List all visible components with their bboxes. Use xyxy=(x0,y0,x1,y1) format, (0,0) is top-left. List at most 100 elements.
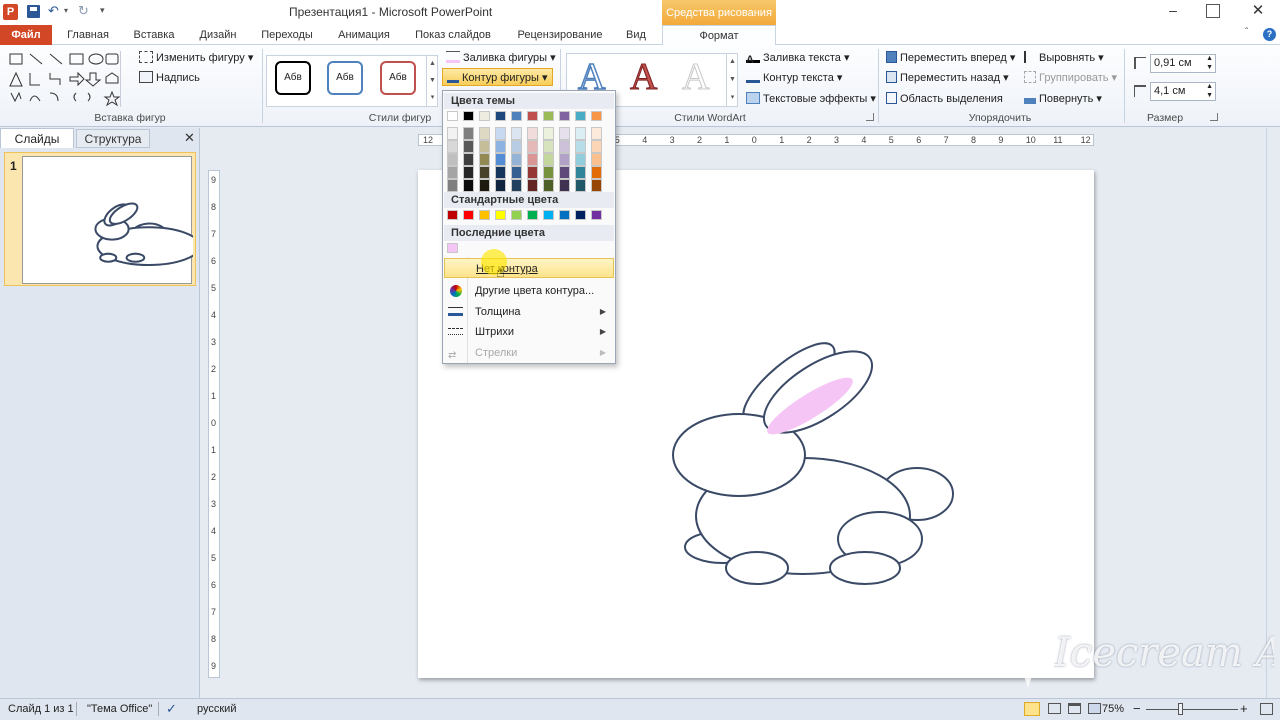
color-swatch[interactable] xyxy=(543,111,554,121)
color-swatch[interactable] xyxy=(543,127,554,140)
color-swatch[interactable] xyxy=(495,210,506,220)
change-shape-button[interactable]: Изменить фигуру ▾ xyxy=(139,49,253,67)
color-swatch[interactable] xyxy=(575,153,586,166)
color-swatch[interactable] xyxy=(527,140,538,153)
normal-view-button[interactable] xyxy=(1024,702,1040,716)
shape-style-more-button[interactable]: ▲ ▼ ▾ xyxy=(426,55,438,107)
slide-sorter-button[interactable] xyxy=(1048,703,1061,714)
bunny-front-paw-left[interactable] xyxy=(725,551,789,585)
tab-home[interactable]: Главная xyxy=(60,25,116,45)
color-swatch[interactable] xyxy=(527,179,538,192)
tab-design[interactable]: Дизайн xyxy=(190,25,246,45)
color-swatch[interactable] xyxy=(511,140,522,153)
wordart-dialog-launcher-icon[interactable] xyxy=(866,113,874,121)
color-swatch[interactable] xyxy=(479,153,490,166)
color-swatch[interactable] xyxy=(527,153,538,166)
color-swatch[interactable] xyxy=(543,153,554,166)
color-swatch[interactable] xyxy=(559,210,570,220)
bring-forward-button[interactable]: Переместить вперед ▾ xyxy=(886,49,1015,67)
spell-check-icon[interactable]: ✓ xyxy=(166,701,177,717)
color-swatch[interactable] xyxy=(479,111,490,121)
minimize-button[interactable]: – xyxy=(1163,2,1183,22)
color-swatch[interactable] xyxy=(511,179,522,192)
color-swatch[interactable] xyxy=(495,179,506,192)
shape-width-input[interactable]: 4,1 см ▲ ▼ xyxy=(1150,82,1216,101)
reading-view-button[interactable] xyxy=(1068,703,1081,714)
color-swatch[interactable] xyxy=(591,111,602,121)
color-swatch[interactable] xyxy=(511,111,522,121)
dashes-item[interactable]: Штрихи ▶ xyxy=(444,322,614,342)
weight-item[interactable]: Толщина ▶ xyxy=(444,302,614,322)
undo-dropdown-icon[interactable]: ▾ xyxy=(64,6,68,15)
color-swatch[interactable] xyxy=(511,166,522,179)
color-swatch[interactable] xyxy=(559,127,570,140)
selection-pane-button[interactable]: Область выделения xyxy=(886,90,1003,108)
color-swatch[interactable] xyxy=(447,153,458,166)
help-icon[interactable]: ? xyxy=(1263,28,1276,41)
color-swatch[interactable] xyxy=(479,166,490,179)
close-window-button[interactable]: ✕ xyxy=(1248,1,1268,21)
send-backward-button[interactable]: Переместить назад ▾ xyxy=(886,69,1009,87)
zoom-out-button[interactable]: − xyxy=(1133,701,1141,716)
color-swatch[interactable] xyxy=(479,210,490,220)
text-fill-button[interactable]: A Заливка текста ▾ xyxy=(746,49,849,67)
shape-fill-button[interactable]: Заливка фигуры ▾ xyxy=(446,49,556,67)
wordart-style-red[interactable]: A xyxy=(629,55,657,99)
undo-icon[interactable]: ↶ xyxy=(48,3,59,19)
color-swatch[interactable] xyxy=(463,140,474,153)
color-swatch[interactable] xyxy=(463,111,474,121)
color-swatch[interactable] xyxy=(591,140,602,153)
slideshow-button[interactable] xyxy=(1088,703,1101,714)
color-swatch[interactable] xyxy=(447,140,458,153)
text-effects-button[interactable]: Текстовые эффекты ▾ xyxy=(746,90,876,108)
text-box-button[interactable]: Надпись xyxy=(139,69,200,87)
color-swatch[interactable] xyxy=(495,153,506,166)
color-swatch[interactable] xyxy=(511,127,522,140)
color-swatch[interactable] xyxy=(575,166,586,179)
color-swatch[interactable] xyxy=(447,179,458,192)
color-swatch[interactable] xyxy=(575,210,586,220)
redo-icon[interactable]: ↻ xyxy=(78,3,89,19)
shape-gallery-scroll[interactable] xyxy=(120,51,131,107)
wordart-more-button[interactable]: ▲ ▼ ▾ xyxy=(726,53,738,107)
close-pane-icon[interactable]: ✕ xyxy=(184,130,195,146)
color-swatch[interactable] xyxy=(543,166,554,179)
wordart-style-light[interactable]: A xyxy=(681,55,709,99)
color-swatch[interactable] xyxy=(543,210,554,220)
color-swatch[interactable] xyxy=(511,153,522,166)
tab-format[interactable]: Формат xyxy=(662,25,776,46)
tab-view[interactable]: Вид xyxy=(618,25,654,45)
arrows-item[interactable]: ⇄ Стрелки ▶ xyxy=(444,343,614,363)
color-swatch[interactable] xyxy=(447,111,458,121)
shape-style-blue[interactable]: Абв xyxy=(327,61,363,95)
color-swatch[interactable] xyxy=(527,166,538,179)
color-swatch[interactable] xyxy=(559,179,570,192)
zoom-in-button[interactable]: + xyxy=(1240,701,1248,716)
more-outline-colors-item[interactable]: Другие цвета контура... xyxy=(444,281,614,301)
vertical-scrollbar[interactable] xyxy=(1266,128,1280,698)
color-swatch[interactable] xyxy=(495,111,506,121)
color-swatch[interactable] xyxy=(591,166,602,179)
tab-slides[interactable]: Слайды xyxy=(0,128,74,148)
shape-gallery[interactable] xyxy=(6,51,132,107)
text-outline-button[interactable]: Контур текста ▾ xyxy=(746,69,842,87)
zoom-slider-track[interactable] xyxy=(1146,709,1238,710)
color-swatch[interactable] xyxy=(463,210,474,220)
powerpoint-logo-icon[interactable]: P xyxy=(3,4,18,20)
restore-button[interactable] xyxy=(1206,4,1220,18)
color-swatch[interactable] xyxy=(447,243,458,253)
color-swatch[interactable] xyxy=(447,210,458,220)
color-swatch[interactable] xyxy=(479,127,490,140)
color-swatch[interactable] xyxy=(559,111,570,121)
fit-to-window-button[interactable] xyxy=(1260,703,1273,715)
color-swatch[interactable] xyxy=(575,140,586,153)
color-swatch[interactable] xyxy=(543,179,554,192)
save-icon[interactable] xyxy=(27,5,40,18)
customize-toolbar-icon[interactable]: ▾ xyxy=(100,5,105,16)
no-outline-item[interactable]: Нет контура xyxy=(444,258,614,278)
color-swatch[interactable] xyxy=(495,166,506,179)
size-dialog-launcher-icon[interactable] xyxy=(1210,113,1218,121)
height-spin-icon[interactable]: ▲ ▼ xyxy=(1206,54,1213,72)
color-swatch[interactable] xyxy=(591,127,602,140)
tab-review[interactable]: Рецензирование xyxy=(508,25,612,45)
